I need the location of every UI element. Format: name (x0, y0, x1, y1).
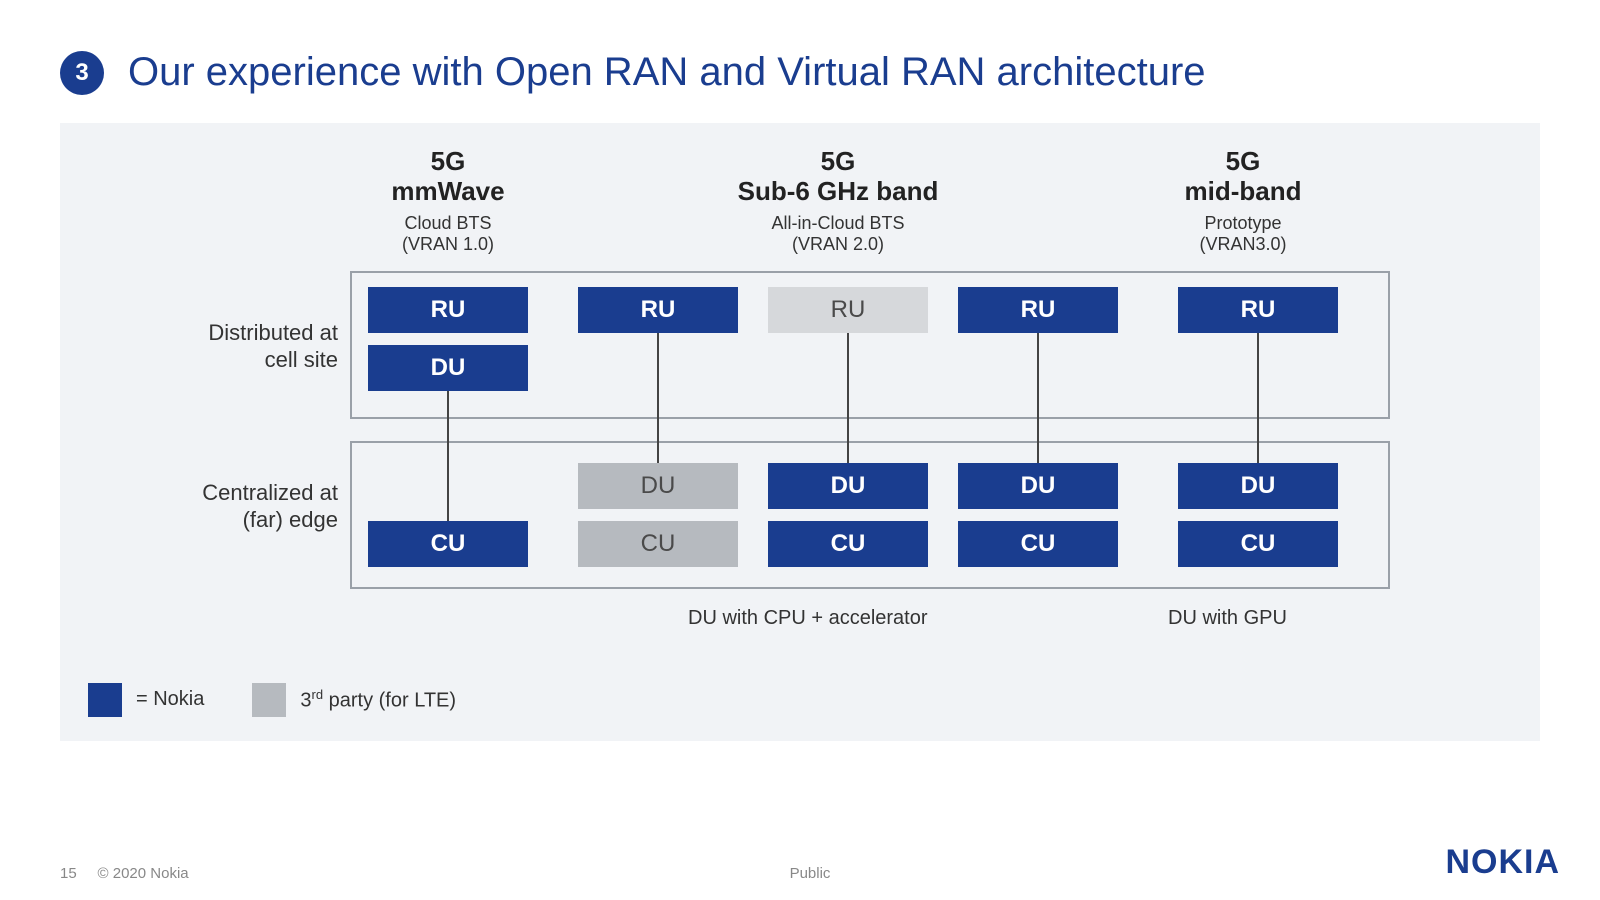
legend-label-nokia: = Nokia (136, 688, 204, 711)
box-ru-nokia: RU (578, 287, 738, 333)
box-cu-nokia: CU (958, 521, 1118, 567)
col-sub2: (VRAN 2.0) (548, 234, 1128, 255)
box-cu-nokia: CU (1178, 521, 1338, 567)
title-row: 3 Our experience with Open RAN and Virtu… (60, 50, 1540, 95)
architecture-diagram: Distributed atcell site Centralized at(f… (88, 267, 1512, 637)
box-cu-nokia: CU (368, 521, 528, 567)
box-ru-nokia: RU (958, 287, 1118, 333)
footnote-cpu-accelerator: DU with CPU + accelerator (688, 607, 928, 630)
page-number: 15 (60, 865, 77, 882)
connector-line (657, 333, 659, 463)
col-h1: 5GmmWave (348, 147, 548, 207)
column-headers: 5GmmWave Cloud BTS (VRAN 1.0) 5GSub-6 GH… (348, 147, 1512, 255)
legend: = Nokia 3rd party (for LTE) (88, 683, 1512, 717)
box-du-thirdparty: DU (578, 463, 738, 509)
box-du-nokia: DU (1178, 463, 1338, 509)
legend-swatch-thirdparty (252, 683, 286, 717)
col-sub1: All-in-Cloud BTS (548, 213, 1128, 234)
box-du-nokia: DU (958, 463, 1118, 509)
box-cu-nokia: CU (768, 521, 928, 567)
box-du-nokia: DU (368, 345, 528, 391)
box-cu-thirdparty: CU (578, 521, 738, 567)
section-badge: 3 (60, 51, 104, 95)
row-label-distributed: Distributed atcell site (208, 319, 338, 374)
nokia-logo: NOKIA (1445, 843, 1560, 882)
col-sub1: Prototype (1128, 213, 1358, 234)
connector-line (847, 333, 849, 463)
row-label-centralized: Centralized at(far) edge (202, 479, 338, 534)
col-sub2: (VRAN3.0) (1128, 234, 1358, 255)
col-sub2: (VRAN 1.0) (348, 234, 548, 255)
col-h1: 5Gmid-band (1128, 147, 1358, 207)
col-header-sub6: 5GSub-6 GHz band All-in-Cloud BTS (VRAN … (548, 147, 1128, 255)
connector-line (1257, 333, 1259, 463)
col-header-midband: 5Gmid-band Prototype (VRAN3.0) (1128, 147, 1358, 255)
box-du-nokia: DU (768, 463, 928, 509)
connector-line (1037, 333, 1039, 463)
box-ru-thirdparty: RU (768, 287, 928, 333)
copyright: © 2020 Nokia (98, 865, 189, 882)
footer-left: 15 © 2020 Nokia (60, 865, 189, 882)
col-header-mmwave: 5GmmWave Cloud BTS (VRAN 1.0) (348, 147, 548, 255)
connector-line (447, 391, 449, 521)
legend-label-thirdparty: 3rd party (for LTE) (300, 687, 456, 713)
footnote-gpu: DU with GPU (1168, 607, 1287, 630)
box-ru-nokia: RU (1178, 287, 1338, 333)
classification-label: Public (790, 865, 831, 882)
slide: 3 Our experience with Open RAN and Virtu… (0, 0, 1600, 900)
box-ru-nokia: RU (368, 287, 528, 333)
diagram-panel: 5GmmWave Cloud BTS (VRAN 1.0) 5GSub-6 GH… (60, 123, 1540, 741)
col-h1: 5GSub-6 GHz band (548, 147, 1128, 207)
slide-footer: 15 © 2020 Nokia Public NOKIA (60, 843, 1560, 882)
slide-title: Our experience with Open RAN and Virtual… (128, 50, 1206, 95)
col-sub1: Cloud BTS (348, 213, 548, 234)
legend-swatch-nokia (88, 683, 122, 717)
